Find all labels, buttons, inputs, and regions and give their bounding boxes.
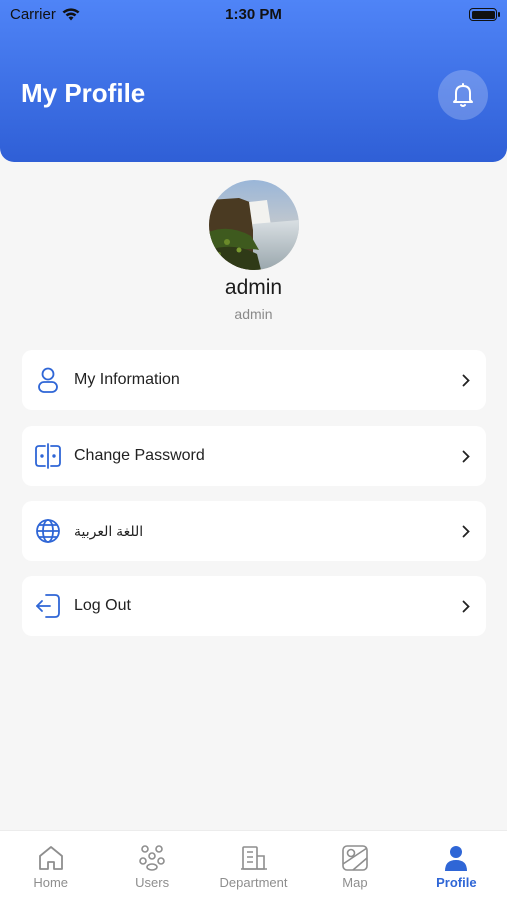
menu-item-my-information[interactable]: My Information (22, 350, 486, 410)
avatar[interactable] (209, 180, 299, 270)
menu-label: Log Out (74, 597, 131, 614)
user-username: admin (234, 306, 273, 322)
menu-item-change-password[interactable]: Change Password (22, 426, 486, 486)
battery-icon (469, 8, 500, 21)
chevron-right-icon (462, 599, 472, 613)
menu-label: Change Password (74, 447, 205, 464)
map-icon (342, 845, 368, 871)
tab-home[interactable]: Home (0, 831, 101, 900)
tab-users[interactable]: Users (101, 831, 202, 900)
avatar-image (209, 180, 299, 270)
profile-icon (445, 846, 468, 871)
user-name: admin (224, 276, 283, 299)
tab-map[interactable]: Map (304, 831, 405, 900)
menu-item-arabic-language[interactable]: اللغة العربية (22, 501, 486, 561)
menu-label: اللغة العربية (74, 522, 144, 539)
chevron-right-icon (462, 373, 472, 387)
header: Carrier 1:30 PM My Profile (0, 0, 507, 162)
page-title: My Profile (21, 78, 146, 108)
tab-label: Profile (436, 875, 477, 890)
status-time: 1:30 PM (225, 6, 282, 23)
logout-icon (34, 592, 62, 620)
user-icon (34, 366, 62, 394)
tab-profile[interactable]: Profile (406, 831, 507, 900)
building-icon (240, 846, 267, 870)
menu-label: My Information (74, 371, 180, 388)
tab-label: Home (33, 875, 69, 890)
home-icon (38, 846, 63, 870)
bell-icon (453, 83, 473, 107)
chevron-right-icon (462, 449, 472, 463)
tab-label: Map (342, 875, 368, 890)
notifications-button[interactable] (438, 70, 488, 120)
menu-item-log-out[interactable]: Log Out (22, 576, 486, 636)
tab-label: Department (219, 875, 288, 890)
tab-label: Users (135, 875, 170, 890)
tab-bar: Home Users Department Map Profile (0, 830, 507, 900)
users-icon (139, 845, 165, 871)
password-icon (34, 442, 62, 470)
tab-department[interactable]: Department (203, 831, 304, 900)
globe-icon (34, 517, 62, 545)
status-bar: Carrier 1:30 PM (0, 0, 507, 30)
chevron-right-icon (462, 524, 472, 538)
